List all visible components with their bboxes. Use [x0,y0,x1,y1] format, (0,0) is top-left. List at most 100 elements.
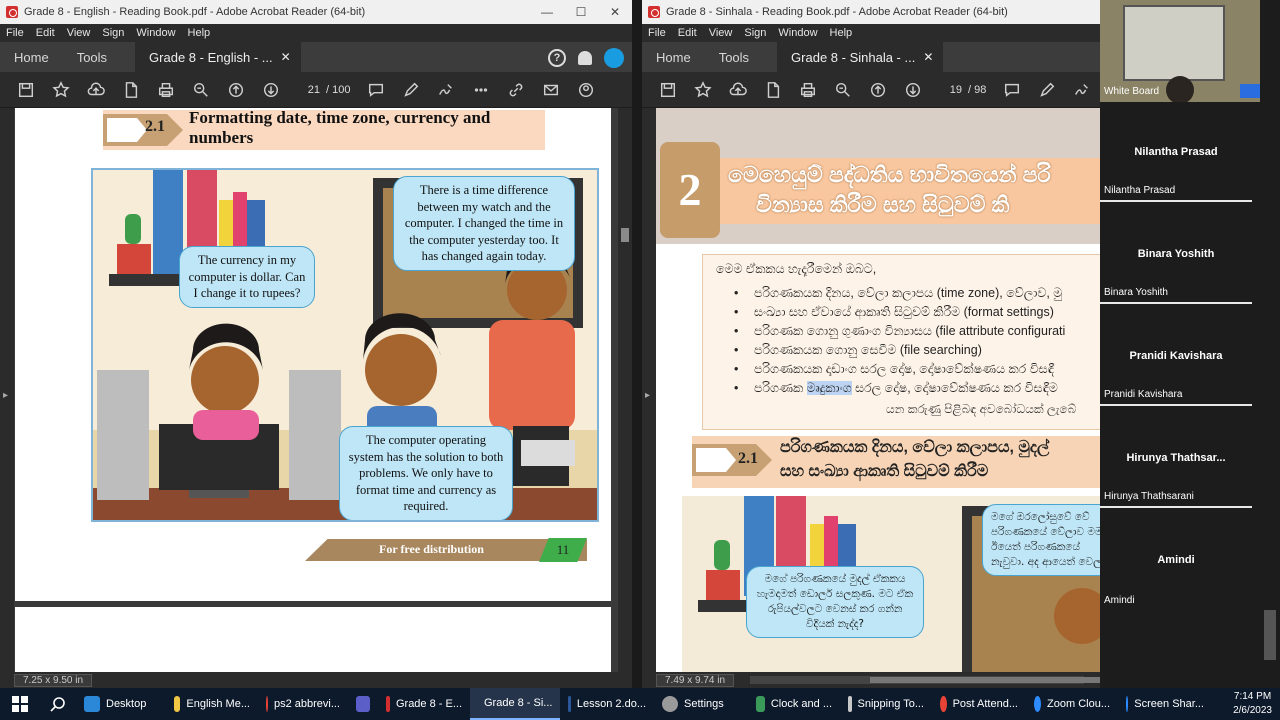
page-up-icon[interactable] [860,75,895,105]
close-tab-icon[interactable]: ✕ [923,50,933,64]
tab-tools[interactable]: Tools [705,50,763,65]
menu-view[interactable]: View [67,27,91,39]
help-icon[interactable]: ? [548,49,566,67]
more-icon[interactable] [463,75,498,105]
account-avatar[interactable] [604,48,624,68]
page-number-input[interactable]: 21 [296,84,320,96]
pdf-page: 2.1 Formatting date, time zone, currency… [15,108,611,601]
taskbar-label: ps2 abbrevi... [273,698,340,710]
menu-sign[interactable]: Sign [744,27,766,39]
taskbar-item-settings[interactable]: Settings [654,688,748,720]
tab-tools[interactable]: Tools [63,50,121,65]
document-viewport[interactable]: 2.1 Formatting date, time zone, currency… [0,108,632,672]
taskbar-item-snipping-tool[interactable]: Snipping To... [840,688,932,720]
left-panel-toggle[interactable] [642,108,656,672]
taskbar-label: Lesson 2.do... [576,698,646,710]
page-up-icon[interactable] [218,75,253,105]
page-number-input[interactable]: 19 [938,84,962,96]
email-icon[interactable] [533,75,568,105]
menu-edit[interactable]: Edit [36,27,55,39]
highlight-pen-icon[interactable] [1029,75,1064,105]
menu-help[interactable]: Help [830,27,853,39]
menu-view[interactable]: View [709,27,733,39]
menu-edit[interactable]: Edit [678,27,697,39]
window-title: Grade 8 - English - Reading Book.pdf - A… [24,6,366,18]
taskbar-item-chrome[interactable]: ps2 abbrevi... [258,688,348,720]
participant-tile[interactable]: Nilantha Prasad Nilantha Prasad [1100,102,1252,202]
participant-tile[interactable]: Hirunya Thathsar... Hirunya Thathsarani [1100,408,1252,508]
taskbar-item-word[interactable]: Lesson 2.do... [560,688,654,720]
taskbar-item-acrobat-sinhala[interactable]: Grade 8 - Si... [470,688,560,720]
taskbar-item-explorer[interactable]: English Me... [166,688,258,720]
system-clock[interactable]: 7:14 PM 2/6/2023 [1233,690,1272,718]
title-bar[interactable]: Grade 8 - English - Reading Book.pdf - A… [0,0,632,24]
video-tile-whiteboard[interactable]: White Board [1100,0,1260,102]
tab-document-label: Grade 8 - Sinhala - ... [791,49,916,65]
scrollbar-thumb[interactable] [870,677,1100,683]
sign-icon[interactable] [428,75,463,105]
save-icon[interactable] [650,75,685,105]
zoom-out-icon[interactable] [183,75,218,105]
tab-home[interactable]: Home [0,50,63,65]
upload-cloud-icon[interactable] [720,75,755,105]
zoom-out-icon[interactable] [825,75,860,105]
create-pdf-icon[interactable] [113,75,148,105]
speech-bubble-watch: මගේ ඔරලෝසුවේ වේ පරිගණකයේ වේලාව මම ඊයෙත් … [982,504,1100,576]
chrome-icon [940,696,947,712]
link-icon[interactable] [498,75,533,105]
print-icon[interactable] [148,75,183,105]
vertical-scrollbar[interactable] [618,108,632,672]
menu-window[interactable]: Window [778,27,817,39]
search-button[interactable] [40,688,76,720]
selected-text-highlight[interactable]: මෘදුකාංග [806,381,852,395]
scrollbar-thumb[interactable] [621,228,629,242]
bell-icon[interactable] [578,51,592,65]
comment-icon[interactable] [994,75,1029,105]
list-item-highlighted-text[interactable]: පරිගණක මෘදුකාංග සරල දෝෂ, දෝෂාවේක්ෂණය කර … [754,381,1058,395]
tab-document[interactable]: Grade 8 - Sinhala - ... ✕ [777,42,944,72]
bookmark-star-icon[interactable] [43,75,78,105]
upload-cloud-icon[interactable] [78,75,113,105]
menu-sign[interactable]: Sign [102,27,124,39]
menu-help[interactable]: Help [188,27,211,39]
create-pdf-icon[interactable] [755,75,790,105]
tab-document[interactable]: Grade 8 - English - ... ✕ [135,42,301,72]
taskbar-label: Screen Shar... [1134,698,1204,710]
highlight-pen-icon[interactable] [393,75,428,105]
start-button[interactable] [0,688,40,720]
document-viewport[interactable]: 2 මෙහෙයුම් පද්ධතිය භාවිතයෙන් පරි වින්‍යා… [642,108,1100,672]
menu-window[interactable]: Window [136,27,175,39]
comment-icon[interactable] [358,75,393,105]
share-user-icon[interactable] [568,75,603,105]
participant-display-name: Amindi [1157,554,1195,566]
save-icon[interactable] [8,75,43,105]
page-down-icon[interactable] [253,75,288,105]
taskbar-item-zoom-cloud[interactable]: Zoom Clou... [1026,688,1118,720]
tab-home[interactable]: Home [642,50,705,65]
maximize-icon[interactable]: ☐ [564,5,598,19]
horizontal-scrollbar[interactable] [750,676,1100,684]
print-icon[interactable] [790,75,825,105]
participant-tile[interactable]: Amindi Amindi [1100,510,1252,610]
section-title: පරිගණකයක දිනය, වේලා කලාපය, මුදල් සහ සංඛ්… [780,436,1049,484]
page-down-icon[interactable] [895,75,930,105]
menu-file[interactable]: File [6,27,24,39]
taskbar-item-chrome-attendance[interactable]: Post Attend... [932,688,1026,720]
left-panel-toggle[interactable] [0,108,14,672]
participant-tile[interactable]: Binara Yoshith Binara Yoshith [1100,204,1252,304]
close-tab-icon[interactable]: ✕ [281,50,291,64]
title-bar[interactable]: Grade 8 - Sinhala - Reading Book.pdf - A… [642,0,1100,24]
taskbar-item-teams[interactable] [348,688,378,720]
taskbar-item-control-panel[interactable]: Clock and ... [748,688,840,720]
taskbar-item-zoom-share[interactable]: Screen Shar... [1118,688,1212,720]
participants-scrollbar[interactable] [1264,610,1276,660]
bookmark-star-icon[interactable] [685,75,720,105]
minimize-icon[interactable]: — [530,5,564,19]
objectives-intro: මෙම ඒකකය හැදෑරීමෙන් ඔබට, [716,262,877,276]
taskbar-item-acrobat-english[interactable]: Grade 8 - E... [378,688,470,720]
participant-tile[interactable]: Pranidi Kavishara Pranidi Kavishara [1100,306,1252,406]
sign-icon[interactable] [1064,75,1099,105]
taskbar-item-desktop[interactable]: Desktop [76,688,166,720]
close-icon[interactable]: ✕ [598,5,632,19]
menu-file[interactable]: File [648,27,666,39]
